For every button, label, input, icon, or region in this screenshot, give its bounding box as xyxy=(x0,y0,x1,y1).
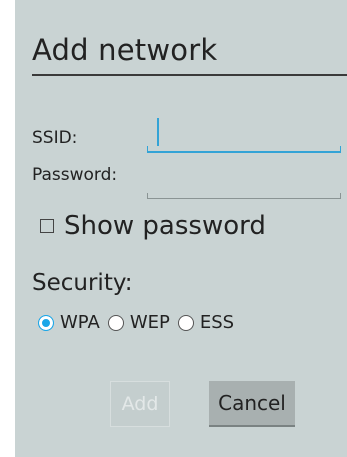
cancel-button[interactable]: Cancel xyxy=(209,381,295,427)
password-underline xyxy=(147,198,341,199)
security-option-ess[interactable]: ESS xyxy=(177,312,238,333)
wpa-label: WPA xyxy=(60,312,100,333)
security-radio-group: WPA WEP ESS xyxy=(38,312,242,333)
add-network-dialog: Add network SSID: Password: Show passwor… xyxy=(15,0,347,457)
security-option-wep[interactable]: WEP xyxy=(107,312,174,333)
show-password-checkbox[interactable] xyxy=(40,219,54,233)
ssid-label: SSID: xyxy=(32,128,78,148)
password-input[interactable] xyxy=(147,165,341,195)
ess-radio[interactable] xyxy=(177,314,194,331)
text-cursor xyxy=(157,118,159,146)
password-underline-right-tick xyxy=(340,193,341,199)
dialog-title: Add network xyxy=(32,33,218,67)
ssid-underline-right-tick xyxy=(340,146,341,152)
add-button[interactable]: Add xyxy=(110,381,170,427)
title-divider xyxy=(32,74,347,76)
password-label: Password: xyxy=(32,165,118,185)
security-label: Security: xyxy=(32,270,133,296)
ssid-input[interactable] xyxy=(147,120,341,150)
security-option-wpa[interactable]: WPA xyxy=(38,312,104,333)
wep-radio[interactable] xyxy=(107,314,124,331)
ssid-underline xyxy=(147,151,341,153)
ess-label: ESS xyxy=(199,312,235,333)
show-password-label: Show password xyxy=(64,211,266,241)
show-password-row[interactable]: Show password xyxy=(40,211,266,241)
wep-label: WEP xyxy=(129,312,170,333)
wpa-radio[interactable] xyxy=(38,314,54,331)
